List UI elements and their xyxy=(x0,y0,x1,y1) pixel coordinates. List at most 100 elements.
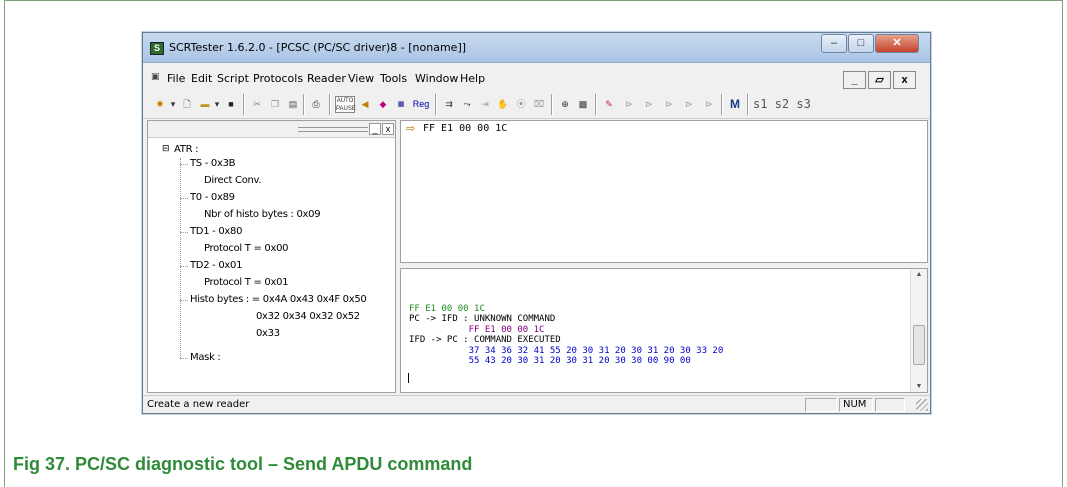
tree-line xyxy=(180,164,188,165)
log-response-line: 37 34 36 32 41 55 20 30 31 20 30 31 20 3… xyxy=(409,345,724,356)
command-editor[interactable]: ⇨ FF E1 00 00 1C xyxy=(400,120,928,263)
menu-view[interactable]: View xyxy=(348,72,374,85)
menu-help[interactable]: Help xyxy=(460,72,485,85)
clear-icon[interactable]: ⌧ xyxy=(531,96,547,113)
scroll-up-icon[interactable]: ▲ xyxy=(911,271,927,278)
minimize-button[interactable]: – xyxy=(821,34,847,53)
toolbar-separator xyxy=(551,94,553,115)
mdi-child-icon[interactable]: ▣ xyxy=(151,72,160,82)
menu-edit[interactable]: Edit xyxy=(191,72,212,85)
play4-icon[interactable]: ⊳ xyxy=(681,96,697,113)
dropdown-icon[interactable]: ▾ xyxy=(169,96,177,113)
toolbar-separator xyxy=(329,94,331,115)
copy-icon[interactable]: ❐ xyxy=(267,96,283,113)
pane-close-button[interactable]: x xyxy=(382,123,394,135)
mdi-close-button[interactable]: x xyxy=(893,71,916,89)
menu-window[interactable]: Window xyxy=(415,72,458,85)
new-file-icon[interactable]: 🗋 xyxy=(179,96,195,113)
toolbar-separator xyxy=(721,94,723,115)
app-window: S SCRTester 1.6.2.0 - [PCSC (PC/SC drive… xyxy=(142,32,931,414)
mdi-restore-button[interactable]: ▱ xyxy=(868,71,891,89)
tree-node[interactable]: Histo bytes : = 0x4A 0x43 0x4F 0x50 xyxy=(190,294,367,305)
maximize-button[interactable]: □ xyxy=(848,34,874,53)
open-dropdown-icon[interactable]: ▾ xyxy=(213,96,221,113)
menu-bar: ▣ File Edit Script Protocols Reader View… xyxy=(143,64,930,90)
save-icon[interactable]: ■ xyxy=(223,96,239,113)
grip-lines xyxy=(298,127,368,132)
paste-icon[interactable]: ▤ xyxy=(285,96,301,113)
tree-node[interactable]: 0x33 xyxy=(256,328,280,339)
tree-line xyxy=(180,158,181,358)
play2-icon[interactable]: ⊳ xyxy=(641,96,657,113)
hand-icon[interactable]: ✋ xyxy=(495,96,511,113)
run-icon[interactable]: ⤳ xyxy=(459,96,475,113)
mdi-minimize-button[interactable]: _ xyxy=(843,71,866,89)
tree-line xyxy=(180,358,188,359)
toolbar-separator xyxy=(747,94,749,115)
step-out-icon[interactable]: ⇥ xyxy=(477,96,493,113)
tree-node[interactable]: Protocol T = 0x01 xyxy=(204,277,289,288)
log-output[interactable]: FF E1 00 00 1C PC -> IFD : UNKNOWN COMMA… xyxy=(400,268,928,393)
script-tabs[interactable]: s1 s2 s3 xyxy=(753,96,813,113)
title-bar[interactable]: S SCRTester 1.6.2.0 - [PCSC (PC/SC drive… xyxy=(143,33,930,63)
status-cell-empty xyxy=(875,398,905,412)
menu-tools[interactable]: Tools xyxy=(380,72,407,85)
log-sent-line: FF E1 00 00 1C xyxy=(409,303,485,314)
m-button[interactable]: M xyxy=(727,96,743,113)
target-icon[interactable]: ⊕ xyxy=(557,96,573,113)
breakpoint-icon[interactable]: ⦿ xyxy=(513,96,529,113)
toolbar-separator xyxy=(435,94,437,115)
collapse-icon[interactable]: ⊟ xyxy=(162,144,170,154)
current-line-arrow-icon: ⇨ xyxy=(406,123,416,135)
scroll-thumb[interactable] xyxy=(913,325,925,365)
tree-node[interactable]: 0x32 0x34 0x32 0x52 xyxy=(256,311,360,322)
pane-header: _ x xyxy=(148,121,395,138)
resize-grip[interactable] xyxy=(916,399,928,411)
speaker-icon[interactable]: ◀ xyxy=(357,96,373,113)
pane-minimize-button[interactable]: _ xyxy=(369,123,381,135)
tree-node[interactable]: TD2 - 0x01 xyxy=(190,260,242,271)
scroll-down-icon[interactable]: ▼ xyxy=(911,383,927,390)
cut-icon[interactable]: ✂ xyxy=(249,96,265,113)
tree-node[interactable]: T0 - 0x89 xyxy=(190,192,235,203)
auto-pause-icon[interactable]: AUTO PAUSE xyxy=(335,96,356,113)
tree-mask[interactable]: Mask : xyxy=(190,352,221,363)
figure-caption: Fig 37. PC/SC diagnostic tool – Send APD… xyxy=(13,454,473,474)
open-folder-icon[interactable]: ▬ xyxy=(197,96,213,113)
print-icon[interactable]: ⎙ xyxy=(308,96,324,113)
log-scrollbar[interactable]: ▲ ▼ xyxy=(910,269,927,392)
tree-node[interactable]: TS - 0x3B xyxy=(190,158,236,169)
play5-icon[interactable]: ⊳ xyxy=(701,96,717,113)
tree-node[interactable]: TD1 - 0x80 xyxy=(190,226,242,237)
atr-tree-pane: _ x ⊟ ATR : TS - 0x3B Direct Conv. T0 - … xyxy=(147,120,396,393)
tree-node[interactable]: Nbr of histo bytes : 0x09 xyxy=(204,209,321,220)
play1-icon[interactable]: ⊳ xyxy=(621,96,637,113)
tree-line xyxy=(180,300,188,301)
command-text[interactable]: FF E1 00 00 1C xyxy=(423,123,507,134)
tree-node[interactable]: Direct Conv. xyxy=(204,175,262,186)
reg-icon[interactable]: Reg xyxy=(411,96,431,113)
grid-icon[interactable]: ▩ xyxy=(575,96,591,113)
menu-script[interactable]: Script xyxy=(217,72,249,85)
log-response-line: 55 43 20 30 31 20 30 31 20 30 30 00 90 0… xyxy=(409,356,691,366)
tree-node[interactable]: Protocol T = 0x00 xyxy=(204,243,289,254)
scr-icon: S xyxy=(150,42,164,55)
menu-file[interactable]: File xyxy=(167,72,185,85)
play3-icon[interactable]: ⊳ xyxy=(661,96,677,113)
menu-protocols[interactable]: Protocols xyxy=(253,72,303,85)
right-pane: ⇨ FF E1 00 00 1C FF E1 00 00 1C PC -> IF… xyxy=(400,120,928,393)
log-apdu-line: FF E1 00 00 1C xyxy=(409,324,545,335)
text-cursor xyxy=(408,373,409,383)
tree-root[interactable]: ATR : xyxy=(174,144,198,155)
toolbar: ✹ ▾ 🗋 ▬ ▾ ■ ✂ ❐ ▤ ⎙ AUTO PAUSE ◀ ◆ ▦ Reg… xyxy=(143,90,930,119)
eraser-icon[interactable]: ◆ xyxy=(375,96,391,113)
new-reader-icon[interactable]: ✹ xyxy=(151,96,169,113)
tree-line xyxy=(180,266,188,267)
send-icon[interactable]: ⇉ xyxy=(441,96,457,113)
status-cell-empty xyxy=(805,398,837,412)
toolbar-separator xyxy=(243,94,245,115)
close-button[interactable]: ✕ xyxy=(875,34,919,53)
auto-tote-icon[interactable]: ▦ xyxy=(393,96,409,113)
menu-reader[interactable]: Reader xyxy=(307,72,346,85)
marker-icon[interactable]: ✎ xyxy=(601,96,617,113)
